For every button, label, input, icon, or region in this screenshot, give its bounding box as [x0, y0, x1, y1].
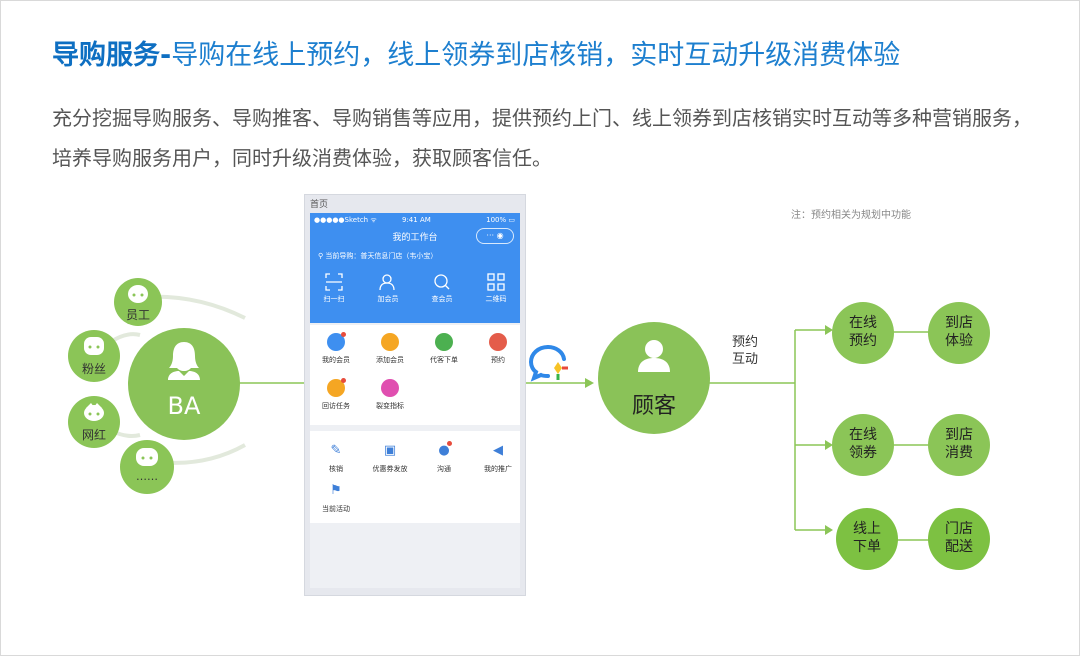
influencer-face-icon	[84, 403, 104, 421]
quick-find-member-label: 查会员	[431, 295, 453, 303]
more-face-icon	[136, 448, 158, 466]
search-icon	[434, 274, 450, 290]
customer-person-icon	[638, 340, 670, 372]
current-guide-text: 当前导购：普天信息门店（韦小宝）	[325, 252, 438, 260]
satellite-employee: 员工	[114, 278, 162, 326]
status-carrier: ●●●●●Sketch ᯤ	[314, 216, 377, 224]
qrcode-icon	[487, 273, 505, 291]
quick-add-member[interactable]: 加会员	[366, 273, 410, 304]
store-delivery-circle: 门店 配送	[928, 508, 990, 570]
employee-label: 员工	[125, 308, 150, 322]
menu-pill[interactable]: ··· ◉	[476, 228, 514, 244]
online-order-l2: 下单	[853, 539, 881, 555]
store-consume-circle: 到店 消费	[928, 414, 990, 476]
customer-circle: 顾客	[598, 322, 710, 434]
coupon-icon: ▣	[383, 443, 397, 458]
satellite-fans: 粉丝	[68, 330, 120, 382]
function-grid-2: ✎ 核销 ▣ 优惠券发放 ● 沟通 ◀ 我的推广 ⚑ 当前活动	[310, 431, 520, 523]
verify-icon: ✎	[330, 443, 342, 458]
satellite-influencer: 网红	[68, 396, 120, 448]
grid-promotion-label: 我的推广	[484, 465, 512, 473]
home-label: 首页	[310, 200, 329, 210]
online-order-circle: 线上 下单	[836, 508, 898, 570]
status-battery: 100% ▭	[486, 216, 515, 224]
quick-add-member-label: 加会员	[377, 295, 399, 303]
quick-find-member[interactable]: 查会员	[420, 273, 464, 304]
flag-icon: ⚑	[330, 483, 342, 498]
interaction-label-2: 互动	[732, 352, 759, 367]
customer-label: 顾客	[631, 394, 676, 419]
phone-screen: ●●●●●Sketch ᯤ 9:41 AM 100% ▭ 我的工作台 ··· ◉…	[310, 213, 520, 588]
grid-return-visit-label: 回访任务	[322, 402, 350, 410]
return-visit-icon	[327, 378, 346, 397]
connectors	[93, 294, 932, 541]
grid-promotion[interactable]: ◀ 我的推广	[474, 443, 520, 474]
cart-icon	[435, 333, 453, 351]
ba-person-icon	[168, 342, 200, 380]
store-experience-circle: 到店 体验	[928, 302, 990, 364]
influencer-label: 网红	[81, 428, 106, 442]
grid-add-member[interactable]: 添加会员	[366, 333, 414, 365]
grid-fission-label: 裂变指标	[376, 402, 404, 410]
chat-icon: ●	[436, 441, 452, 459]
store-consume-l2: 消费	[945, 445, 973, 461]
satellite-more: ……	[120, 440, 174, 494]
grid-activity[interactable]: ⚑ 当前活动	[312, 483, 360, 514]
current-guide: ⚲ 当前导购：普天信息门店（韦小宝）	[318, 251, 437, 261]
grid-proxy-order-label: 代客下单	[430, 356, 458, 364]
grid-chat[interactable]: ● 沟通	[420, 441, 468, 474]
grid-activity-label: 当前活动	[322, 505, 350, 513]
online-coupon-l1: 在线	[849, 427, 877, 443]
status-time: 9:41 AM	[402, 216, 431, 224]
more-label: ……	[136, 470, 158, 483]
scan-icon	[325, 273, 343, 291]
quick-scan[interactable]: 扫一扫	[312, 273, 356, 304]
store-delivery-l2: 配送	[945, 539, 973, 555]
chat-logo-icon	[528, 345, 568, 382]
calendar-icon	[489, 333, 507, 351]
online-appointment-l2: 预约	[849, 333, 877, 349]
phone-header: ●●●●●Sketch ᯤ 9:41 AM 100% ▭ 我的工作台 ··· ◉…	[310, 213, 520, 323]
online-appointment-circle: 在线 预约	[832, 302, 894, 364]
grid-verify[interactable]: ✎ 核销	[312, 443, 360, 474]
fans-label: 粉丝	[81, 362, 106, 376]
online-order-l1: 线上	[853, 521, 881, 537]
fission-icon	[381, 379, 399, 397]
ba-label: BA	[167, 392, 201, 420]
fans-face-icon	[84, 337, 104, 355]
online-coupon-l2: 领券	[849, 445, 877, 461]
grid-coupon[interactable]: ▣ 优惠券发放	[366, 443, 414, 474]
grid-my-members[interactable]: 我的会员	[312, 332, 360, 365]
quick-scan-label: 扫一扫	[323, 295, 345, 303]
my-members-icon	[327, 332, 346, 351]
online-coupon-circle: 在线 领券	[832, 414, 894, 476]
grid-coupon-label: 优惠券发放	[372, 465, 408, 473]
quick-qrcode[interactable]: 二维码	[474, 273, 518, 304]
grid-appointment-label: 预约	[491, 356, 505, 364]
grid-verify-label: 核销	[329, 465, 343, 473]
megaphone-icon: ◀	[493, 443, 503, 458]
quick-qrcode-label: 二维码	[485, 295, 507, 303]
online-appointment-l1: 在线	[849, 315, 877, 331]
grid-chat-label: 沟通	[437, 465, 451, 473]
store-consume-l1: 到店	[945, 427, 973, 443]
grid-return-visit[interactable]: 回访任务	[312, 378, 360, 411]
grid-add-member-label: 添加会员	[376, 356, 404, 364]
add-member-icon	[379, 274, 395, 291]
grid-proxy-order[interactable]: 代客下单	[420, 333, 468, 365]
ba-circle: BA	[128, 328, 240, 440]
store-experience-l2: 体验	[945, 333, 973, 349]
function-grid-1: 我的会员 添加会员 代客下单 预约 回访任务 裂变指标	[310, 325, 520, 425]
grid-appointment[interactable]: 预约	[474, 333, 520, 365]
grid-fission[interactable]: 裂变指标	[366, 379, 414, 411]
employee-face-icon	[128, 285, 148, 303]
phone-mockup: 首页 ●●●●●Sketch ᯤ 9:41 AM 100% ▭ 我的工作台 ··…	[304, 194, 526, 596]
grid-my-members-label: 我的会员	[322, 356, 350, 364]
store-experience-l1: 到店	[945, 315, 973, 331]
store-delivery-l1: 门店	[945, 521, 973, 537]
add-member-grid-icon	[381, 333, 399, 351]
